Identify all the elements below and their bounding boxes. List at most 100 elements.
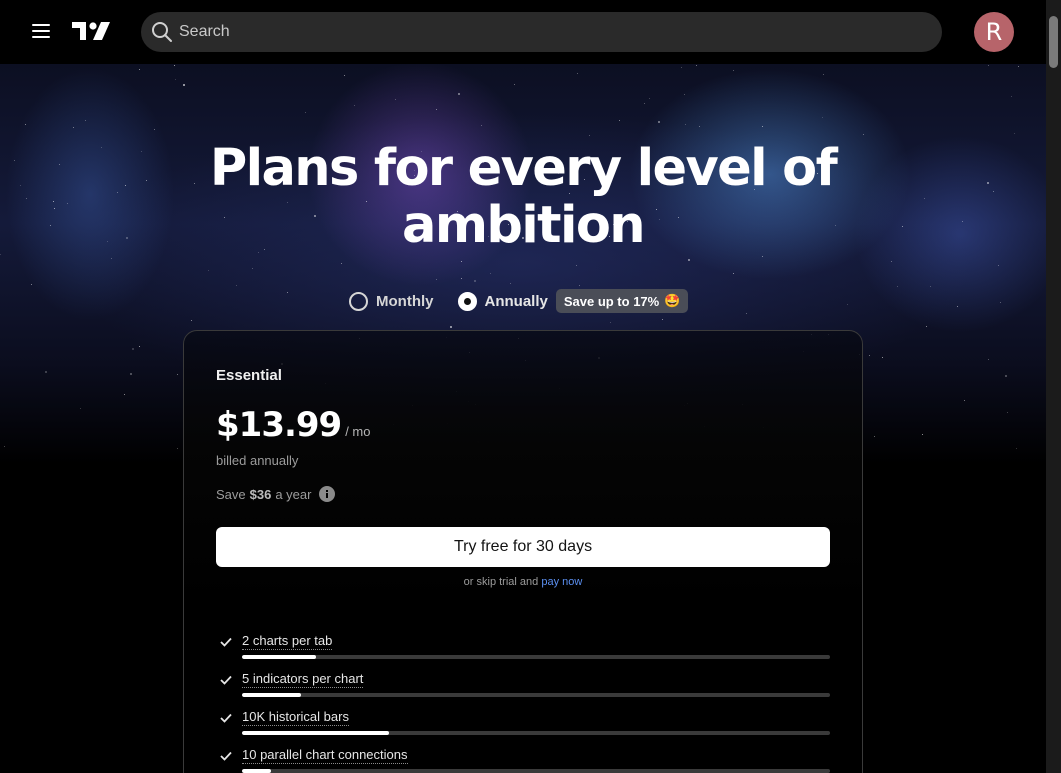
- star: [761, 255, 763, 257]
- user-avatar[interactable]: R: [974, 12, 1014, 52]
- billing-option-monthly[interactable]: Monthly: [349, 291, 434, 311]
- star: [745, 313, 747, 315]
- star: [873, 436, 875, 438]
- try-free-button[interactable]: Try free for 30 days: [216, 527, 830, 567]
- star: [474, 279, 477, 282]
- star: [619, 119, 621, 121]
- star: [863, 133, 865, 135]
- star: [176, 374, 178, 376]
- star: [987, 64, 989, 66]
- star: [929, 285, 931, 287]
- star: [30, 283, 32, 285]
- feature-item: 10K historical bars: [216, 709, 830, 747]
- pay-now-link[interactable]: pay now: [541, 576, 582, 588]
- star: [732, 273, 734, 275]
- star: [688, 258, 691, 261]
- star: [139, 68, 141, 70]
- page-title: Plans for every level of ambition: [209, 139, 838, 255]
- billing-option-annually[interactable]: Annually: [457, 291, 548, 311]
- annual-savings: Save $36 a year: [216, 486, 336, 502]
- star: [175, 78, 177, 80]
- feature-level-bar: [242, 731, 830, 735]
- star: [304, 112, 306, 114]
- star: [648, 97, 650, 99]
- annually-radio[interactable]: [457, 291, 477, 311]
- star: [589, 135, 591, 137]
- skip-trial-text: or skip trial and: [463, 576, 539, 588]
- feature-list: 2 charts per tab 5 indicators per chart …: [216, 633, 830, 773]
- hamburger-menu-icon[interactable]: [32, 24, 50, 40]
- save-badge-text: Save up to 17%: [563, 293, 660, 309]
- star: [1004, 375, 1007, 378]
- star: [449, 325, 452, 328]
- star: [395, 99, 397, 101]
- star: [435, 108, 437, 110]
- star: [823, 73, 825, 75]
- feature-level-fill: [242, 655, 317, 659]
- star: [490, 272, 492, 274]
- star: [662, 319, 664, 321]
- feature-level-bar: [242, 693, 830, 697]
- star: [124, 393, 126, 395]
- save-prefix: Save: [216, 486, 246, 502]
- star: [957, 305, 959, 307]
- star: [208, 269, 210, 271]
- feature-label[interactable]: 10K historical bars: [242, 709, 349, 726]
- check-icon: [220, 751, 232, 761]
- check-icon: [220, 675, 232, 685]
- search-bar[interactable]: [141, 12, 942, 52]
- star: [695, 65, 697, 67]
- scrollbar-thumb[interactable]: [1049, 16, 1058, 68]
- check-icon: [220, 713, 232, 723]
- star: [460, 261, 462, 263]
- star: [578, 285, 580, 287]
- feature-level-bar: [242, 769, 830, 773]
- star: [154, 129, 156, 131]
- search-icon: [152, 22, 172, 42]
- star: [510, 282, 512, 284]
- star: [287, 292, 289, 294]
- price-period: / mo: [345, 424, 371, 439]
- star: [698, 125, 700, 127]
- tradingview-logo[interactable]: [72, 20, 110, 42]
- star: [513, 84, 515, 86]
- star: [657, 121, 660, 124]
- star: [44, 371, 47, 374]
- star: [1011, 96, 1013, 98]
- star: [1000, 301, 1002, 303]
- feature-item: 10 parallel chart connections: [216, 747, 830, 773]
- feature-level-fill: [242, 731, 389, 735]
- feature-label[interactable]: 5 indicators per chart: [242, 671, 364, 688]
- plan-name: Essential: [216, 367, 282, 384]
- monthly-label: Monthly: [376, 292, 434, 310]
- star: [457, 93, 460, 96]
- star: [130, 373, 133, 376]
- feature-item: 2 charts per tab: [216, 633, 830, 671]
- feature-label[interactable]: 10 parallel chart connections: [242, 747, 408, 764]
- scrollbar[interactable]: [1046, 0, 1061, 773]
- info-icon[interactable]: [319, 486, 336, 502]
- feature-item: 5 indicators per chart: [216, 671, 830, 709]
- star: [340, 263, 342, 265]
- star: [896, 286, 898, 288]
- monthly-radio[interactable]: [349, 291, 368, 311]
- star: [576, 73, 578, 75]
- star: [191, 320, 193, 322]
- star: [3, 445, 5, 447]
- save-amount: $36: [249, 486, 272, 502]
- star: [173, 65, 175, 67]
- star: [1013, 133, 1015, 135]
- star: [343, 74, 345, 76]
- star: [0, 253, 2, 255]
- star: [235, 284, 237, 286]
- billing-note: billed annually: [216, 453, 299, 468]
- star: [963, 399, 965, 401]
- star: [576, 265, 578, 267]
- price-row: $13.99 / mo: [216, 405, 371, 445]
- plan-card-essential: Essential $13.99 / mo billed annually Sa…: [183, 330, 863, 773]
- feature-label[interactable]: 2 charts per tab: [242, 633, 333, 650]
- annually-label: Annually: [484, 292, 548, 310]
- search-input[interactable]: [179, 23, 879, 41]
- star: [644, 102, 646, 104]
- star: [882, 356, 884, 358]
